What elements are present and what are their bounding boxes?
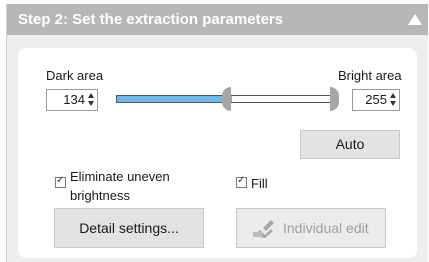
- fill-checkbox[interactable]: ✓: [236, 175, 247, 188]
- eliminate-label-line2: brightness: [70, 188, 130, 203]
- checkmark-icon: ✓: [237, 175, 246, 186]
- auto-button[interactable]: Auto: [300, 130, 400, 159]
- eliminate-label-line1: Eliminate uneven: [70, 169, 170, 184]
- fill-label[interactable]: Fill: [251, 176, 268, 192]
- dark-area-label: Dark area: [46, 68, 104, 83]
- dark-area-spinbox[interactable]: 134: [46, 89, 98, 111]
- individual-edit-button[interactable]: Individual edit: [236, 208, 386, 248]
- checkmark-icon: ✓: [56, 175, 65, 186]
- step-title: Step 2: Set the extraction parameters: [18, 11, 284, 28]
- chevron-up-icon[interactable]: [408, 14, 422, 25]
- eliminate-uneven-brightness-checkbox[interactable]: ✓: [55, 175, 66, 188]
- eliminate-uneven-brightness-label[interactable]: Eliminate uneven brightness: [70, 167, 170, 205]
- spin-arrows-icon[interactable]: [390, 93, 397, 107]
- bright-area-spinbox[interactable]: 255: [352, 89, 400, 111]
- detail-settings-button[interactable]: Detail settings...: [54, 208, 204, 248]
- step-header[interactable]: Step 2: Set the extraction parameters: [7, 4, 428, 35]
- individual-edit-label: Individual edit: [283, 220, 369, 236]
- range-slider-fill: [117, 96, 232, 102]
- bright-area-value[interactable]: 255: [365, 92, 387, 108]
- bright-area-label: Bright area: [338, 68, 402, 83]
- spin-arrows-icon[interactable]: [88, 93, 95, 107]
- dark-area-slider-handle[interactable]: [221, 87, 231, 111]
- pencil-edit-icon: [253, 220, 274, 238]
- dark-area-value[interactable]: 134: [63, 92, 85, 108]
